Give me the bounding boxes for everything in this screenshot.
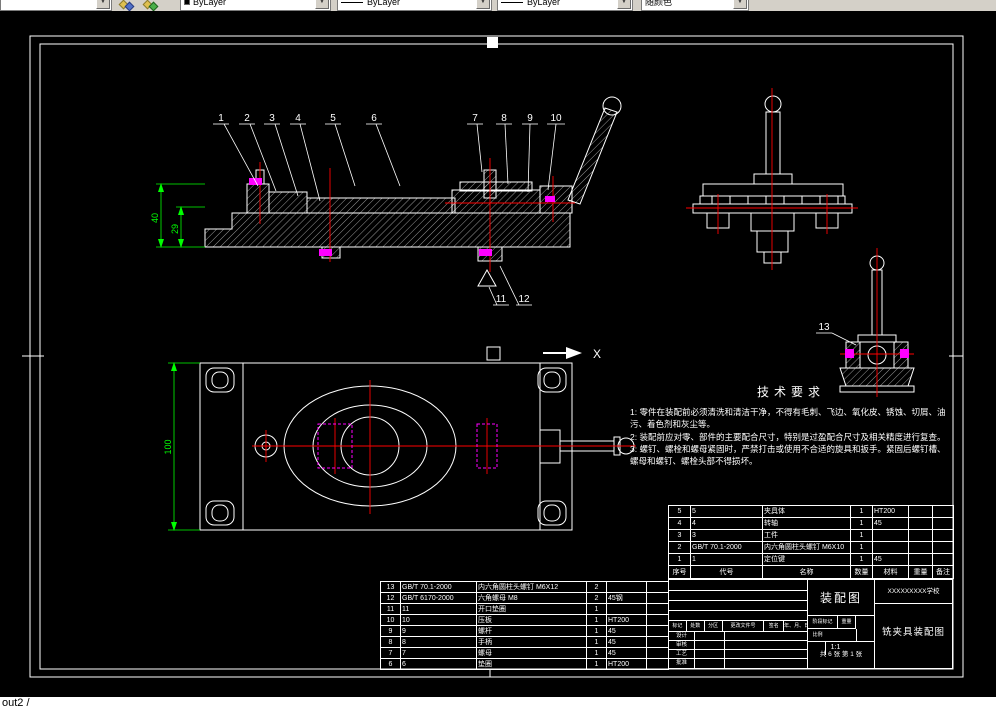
callout-11: 11 xyxy=(488,286,509,306)
table-row: 4 4 转轴 1 45 xyxy=(668,517,954,530)
plotstyle-combo[interactable]: 随颜色 ▼ xyxy=(641,0,749,11)
callout-number: 1 xyxy=(218,113,224,124)
callout-number: 12 xyxy=(518,294,530,305)
table-row: 11 11 开口垫圈 1 xyxy=(380,603,669,615)
section-direction-marker: X xyxy=(486,346,601,361)
dim-100: 100 xyxy=(163,439,173,454)
callout-number: 2 xyxy=(244,113,250,124)
plan-view xyxy=(199,362,635,531)
callout-number: 13 xyxy=(818,322,830,333)
table-row: 5 5 夹具体 1 HT200 xyxy=(668,505,954,518)
plotstyle-value: 随颜色 xyxy=(645,0,673,7)
chevron-down-icon[interactable]: ▼ xyxy=(733,0,747,9)
callout-6: 6 xyxy=(366,113,401,187)
side-view xyxy=(692,95,853,264)
dimension-lines xyxy=(156,183,205,531)
revision-header: 标记 处数 分区 更改文件号 签名 年、月、日 xyxy=(669,620,807,632)
callout-7: 7 xyxy=(467,113,483,173)
chevron-down-icon[interactable]: ▼ xyxy=(476,0,490,9)
linetype-value: ByLayer xyxy=(367,0,401,7)
callout-9: 9 xyxy=(522,113,538,193)
drawing-title: 铣夹具装配图 xyxy=(881,627,945,638)
sign-row: 工艺 xyxy=(669,650,807,659)
sign-row: 设计 xyxy=(669,632,807,641)
callout-number: 10 xyxy=(550,113,562,124)
tech-req-item: 1: 零件在装配前必须清洗和清洁干净，不得有毛刺、飞边、氧化皮、锈蚀、切屑、油污… xyxy=(630,407,946,430)
parts-list-lower: 13 GB/T 70.1-2000 内六角圆柱头螺钉 M6X12 2 12 GB/T 6… xyxy=(380,581,669,670)
callout-number: 8 xyxy=(501,113,507,124)
tech-req-item: 3: 螺钉、螺栓和螺母紧固时，严禁打击或使用不合适的旋具和扳手。紧固后螺钉槽、螺… xyxy=(630,443,946,467)
callout-number: 9 xyxy=(527,113,533,124)
tech-req-item: 2: 装配前应对零、部件的主要配合尺寸，特别是过盈配合尺寸及相关精度进行复查。 xyxy=(630,431,946,442)
layer-properties-icon[interactable] xyxy=(117,0,137,11)
title-block-right: XXXXXXXXX学校 铣夹具装配图 xyxy=(875,580,952,668)
callout-number: 11 xyxy=(496,294,507,305)
chevron-down-icon[interactable]: ▼ xyxy=(315,0,329,9)
callout-number: 6 xyxy=(371,113,377,124)
table-row: 10 10 压板 1 HT200 xyxy=(380,614,669,626)
layer-states-icon[interactable] xyxy=(141,0,161,11)
callout-10: 10 xyxy=(547,113,565,191)
callout-4: 4 xyxy=(290,113,321,202)
table-row: 13 GB/T 70.1-2000 内六角圆柱头螺钉 M6X12 2 xyxy=(380,581,669,593)
technical-requirements: 技术要求 1: 零件在装配前必须清洗和清洁干净，不得有毛刺、飞边、氧化皮、锈蚀、… xyxy=(630,383,952,468)
callout-number: 5 xyxy=(330,113,336,124)
view-arrow-icon xyxy=(566,347,582,359)
table-header-row: 序号 代号 名称 数量 材料 重量 备注 xyxy=(668,565,954,579)
table-row: 1 1 定位键 1 45 xyxy=(668,553,954,566)
callout-5: 5 xyxy=(325,113,356,187)
properties-toolbar: ▼ ByLayer ▼ ByLayer ▼ ByLayer ▼ 随颜色 ▼ xyxy=(0,0,996,11)
drawing-type: 装配图 xyxy=(808,580,874,616)
callout-number: 4 xyxy=(295,113,301,124)
dimension-texts: 40 29 100 xyxy=(150,213,180,455)
section-label: X xyxy=(593,347,601,361)
status-bar: out2 / xyxy=(0,697,996,710)
table-row: 6 6 垫圈 1 HT200 xyxy=(380,658,669,670)
title-block-middle: 装配图 阶段标记 重量 比例 1:1 共 6 张 第 1 张 xyxy=(808,580,875,668)
color-combo[interactable]: ByLayer ▼ xyxy=(180,0,331,11)
table-row: 7 7 螺母 1 45 xyxy=(380,647,669,659)
dim-40: 40 xyxy=(150,213,160,223)
front-section-view xyxy=(204,96,622,287)
table-row: 9 9 螺杆 1 45 xyxy=(380,625,669,637)
chevron-down-icon[interactable]: ▼ xyxy=(96,0,110,9)
table-row: 8 8 手柄 1 45 xyxy=(380,636,669,648)
revision-area: 标记 处数 分区 更改文件号 签名 年、月、日 设计 审核 工艺 批准 xyxy=(669,580,808,668)
model-space[interactable]: X 40 29 100 1 2 3 4 5 6 7 8 9 10 11 12 1… xyxy=(0,11,996,697)
table-row: 3 3 工件 1 xyxy=(668,529,954,542)
stage-scale-grid: 阶段标记 重量 比例 1:1 xyxy=(808,616,874,655)
title-block: 标记 处数 分区 更改文件号 签名 年、月、日 设计 审核 工艺 批准 装配图 … xyxy=(668,579,953,669)
layout-tab-label[interactable]: out2 / xyxy=(2,697,30,709)
color-swatch-icon xyxy=(184,0,190,5)
lineweight-combo[interactable]: ByLayer ▼ xyxy=(497,0,633,11)
color-value: ByLayer xyxy=(193,0,227,7)
lineweight-preview-icon xyxy=(501,1,523,3)
callout-8: 8 xyxy=(496,113,512,185)
parts-list-upper: 5 5 夹具体 1 HT200 4 4 转轴 1 45 3 3 工件 1 2 GB/T 70.1-200… xyxy=(668,505,954,579)
callout-number: 3 xyxy=(269,113,275,124)
table-row: 2 GB/T 70.1-2000 内六角圆柱头螺钉 M6X10 1 xyxy=(668,541,954,554)
chevron-down-icon[interactable]: ▼ xyxy=(617,0,631,9)
sign-row: 审核 xyxy=(669,641,807,650)
top-center-mark xyxy=(487,37,498,48)
linetype-combo[interactable]: ByLayer ▼ xyxy=(337,0,492,11)
cad-application-window: ▼ ByLayer ▼ ByLayer ▼ ByLayer ▼ 随颜色 ▼ X … xyxy=(0,0,996,710)
layer-combo[interactable]: ▼ xyxy=(0,0,112,11)
callout-number: 7 xyxy=(472,113,478,124)
datum-arrow-icon xyxy=(477,268,497,287)
clamp-handle xyxy=(567,107,618,205)
lineweight-value: ByLayer xyxy=(527,0,561,7)
table-row: 12 GB/T 6170-2000 六角螺母 M8 2 45钢 xyxy=(380,592,669,604)
sign-row: 批准 xyxy=(669,659,807,668)
tech-req-title: 技术要求 xyxy=(756,385,825,399)
linetype-preview-icon xyxy=(341,1,363,3)
organization-name: XXXXXXXXX学校 xyxy=(875,580,952,604)
dim-29: 29 xyxy=(170,224,180,234)
